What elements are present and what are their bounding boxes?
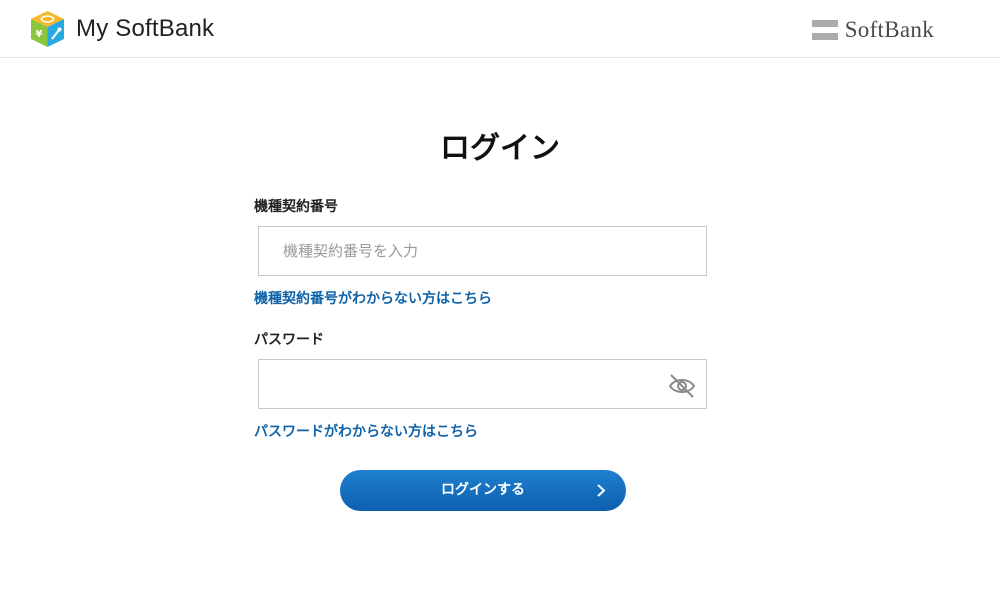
softbank-corporate-logo[interactable]: SoftBank [811,17,934,42]
login-button[interactable]: ログインする [340,470,626,511]
corporate-logo-text: SoftBank [844,17,934,42]
contract-number-help-link[interactable]: 機種契約番号がわからない方はこちら [254,288,492,308]
password-label: パスワード [254,332,324,348]
app-name: My SoftBank [76,15,215,42]
password-help-link[interactable]: パスワードがわからない方はこちら [254,421,478,441]
password-input[interactable] [258,359,707,409]
login-button-label: ログインする [441,482,525,498]
eye-slash-icon[interactable] [667,372,697,400]
softbank-bars-icon [811,20,838,40]
site-header: ¥ My SoftBank SoftBank [0,0,1000,58]
svg-text:¥: ¥ [36,29,43,40]
my-softbank-brand[interactable]: ¥ My SoftBank [30,10,214,48]
contract-number-label: 機種契約番号 [254,199,338,215]
my-softbank-cube-icon: ¥ [31,11,64,47]
chevron-right-icon [597,484,606,497]
page-title: ログイン [440,131,560,166]
contract-number-input[interactable] [258,226,707,276]
